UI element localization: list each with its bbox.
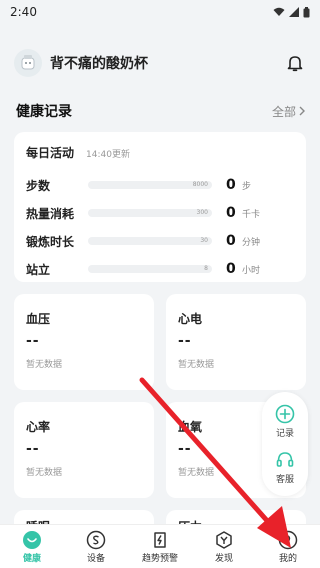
metric-progress-bar: 30	[88, 237, 212, 245]
status-time: 2:40	[10, 5, 37, 19]
customer-service-button[interactable]: 客服	[275, 450, 295, 485]
section-title: 健康记录	[16, 104, 72, 120]
nav-label: 发现	[214, 553, 233, 564]
health-records-header: 健康记录 全部	[0, 100, 320, 122]
nav-item-health[interactable]: 健康	[2, 530, 62, 564]
activity-header: 每日活动 14:40更新	[26, 144, 294, 161]
activity-title: 每日活动	[26, 146, 75, 160]
avatar[interactable]	[14, 49, 42, 77]
wifi-icon	[273, 7, 285, 16]
heart-rate-card[interactable]: 心率 -- 暂无数据	[14, 402, 154, 498]
notification-button[interactable]	[284, 52, 306, 74]
nav-item-trend-alert[interactable]: 趋势预警	[130, 530, 190, 564]
bottom-navigation: 健康 设备 趋势预警 发现 我的	[0, 524, 320, 568]
card-value: --	[178, 333, 192, 349]
card-value: --	[26, 333, 40, 349]
metric-unit: 步	[242, 181, 252, 192]
card-title: 心电	[178, 312, 203, 326]
trend-alert-icon	[150, 530, 170, 550]
profile-icon	[278, 530, 298, 550]
nav-label: 健康	[22, 553, 41, 564]
discover-icon	[214, 530, 234, 550]
chevron-right-icon	[299, 106, 305, 116]
metric-row-exercise: 锻炼时长 30 0 分钟	[26, 227, 294, 255]
nav-label: 我的	[278, 553, 297, 564]
card-title: 心率	[26, 420, 51, 434]
metric-label: 步数	[26, 178, 51, 193]
metric-unit: 分钟	[242, 237, 261, 248]
metric-row-calories: 热量消耗 300 0 千卡	[26, 199, 294, 227]
card-value: --	[26, 441, 40, 457]
username[interactable]: 背不痛的酸奶杯	[50, 53, 284, 73]
metric-value: 0	[226, 261, 236, 277]
card-empty-text: 暂无数据	[26, 360, 63, 370]
add-circle-icon	[275, 404, 295, 423]
see-all-link[interactable]: 全部	[272, 103, 306, 120]
ecg-card[interactable]: 心电 -- 暂无数据	[166, 294, 306, 390]
metric-label: 站立	[26, 262, 51, 277]
nav-item-device[interactable]: 设备	[66, 530, 126, 564]
metric-goal: 8000	[192, 181, 208, 188]
metric-goal: 8	[204, 265, 208, 272]
nav-item-profile[interactable]: 我的	[258, 530, 318, 564]
metric-goal: 30	[200, 237, 208, 244]
blood-pressure-card[interactable]: 血压 -- 暂无数据	[14, 294, 154, 390]
nav-item-discover[interactable]: 发现	[194, 530, 254, 564]
bell-icon	[287, 56, 303, 72]
floating-action-panel: 记录 客服	[262, 392, 308, 496]
metric-value: 0	[226, 233, 236, 249]
daily-activity-card[interactable]: 每日活动 14:40更新 步数 8000 0 步 热量消耗 300 0 千卡 锻…	[14, 132, 306, 282]
battery-icon	[303, 6, 310, 17]
metric-row-steps: 步数 8000 0 步	[26, 171, 294, 199]
card-empty-text: 暂无数据	[178, 360, 215, 370]
see-all-label: 全部	[271, 104, 296, 119]
nav-label: 设备	[86, 553, 105, 564]
card-title: 血压	[26, 312, 51, 326]
metric-goal: 300	[196, 209, 208, 216]
metric-row-standing: 站立 8 0 小时	[26, 255, 294, 283]
metric-value: 0	[226, 177, 236, 193]
service-label: 客服	[275, 474, 294, 485]
card-empty-text: 暂无数据	[26, 468, 63, 478]
metric-unit: 小时	[242, 265, 261, 276]
metric-label: 热量消耗	[26, 206, 75, 221]
metric-progress-bar: 300	[88, 209, 212, 217]
user-header: 背不痛的酸奶杯	[0, 44, 320, 82]
record-label: 记录	[275, 428, 294, 439]
status-bar: 2:40	[0, 0, 320, 24]
metric-unit: 千卡	[242, 209, 261, 220]
avatar-icon	[21, 55, 35, 70]
health-icon	[22, 530, 42, 550]
metric-value: 0	[226, 205, 236, 221]
device-icon	[86, 530, 106, 550]
record-button[interactable]: 记录	[275, 404, 295, 439]
metric-progress-bar: 8000	[88, 181, 212, 189]
signal-icon	[289, 7, 299, 17]
nav-label: 趋势预警	[141, 553, 178, 564]
status-icons	[273, 6, 310, 18]
metric-progress-bar: 8	[88, 265, 212, 273]
metric-label: 锻炼时长	[26, 234, 75, 249]
headset-icon	[276, 451, 294, 467]
activity-updated-time: 14:40更新	[86, 150, 130, 160]
